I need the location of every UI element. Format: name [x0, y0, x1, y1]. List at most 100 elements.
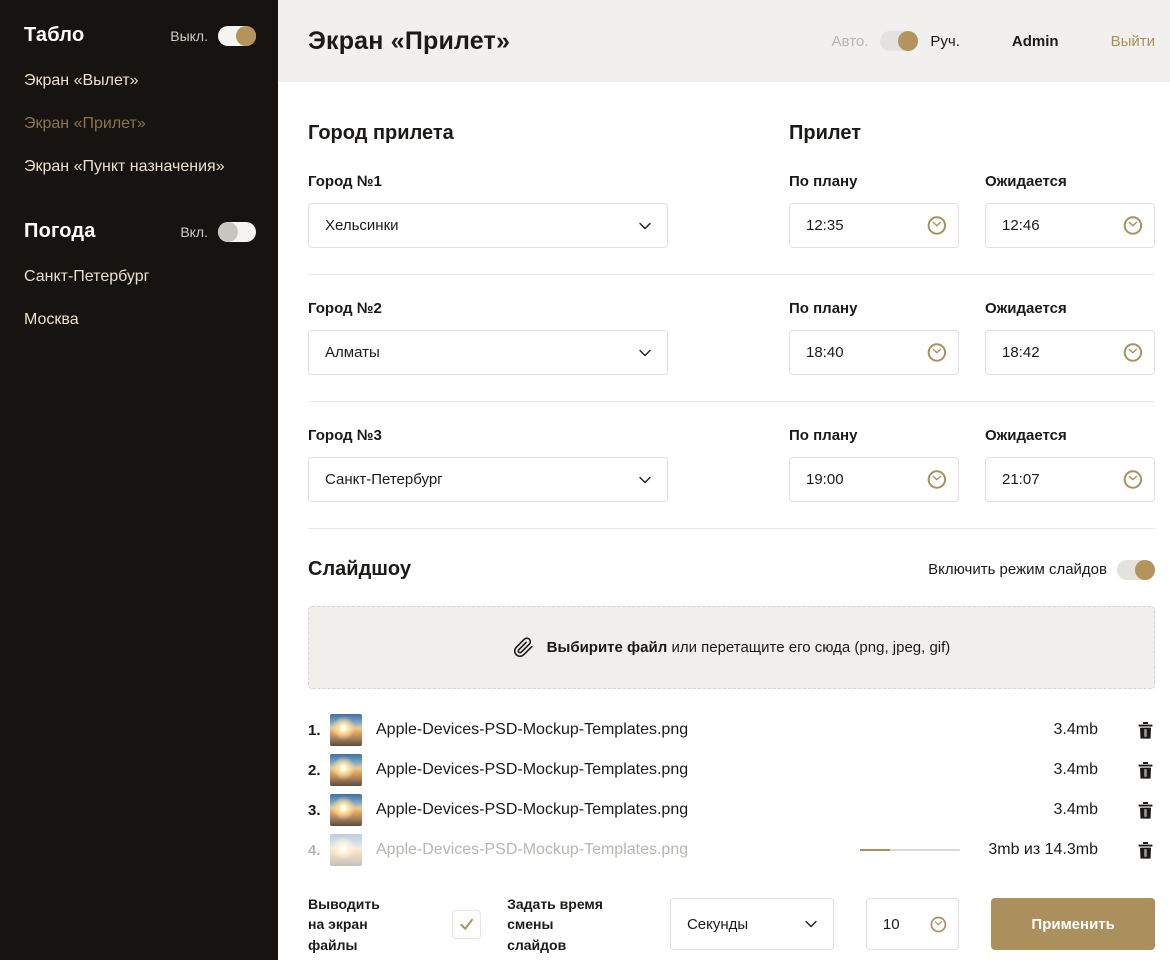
file-upload-status: 3mb из 14.3mb: [988, 841, 1098, 859]
plan-1-label: По плану: [789, 173, 959, 190]
trash-icon: [1138, 762, 1153, 779]
user-menu[interactable]: Admin: [1012, 33, 1059, 50]
city-3-value: Санкт-Петербург: [325, 471, 443, 488]
clock-icon: [1123, 468, 1143, 491]
file-row-2: 2. Apple-Devices-PSD-Mockup-Templates.pn…: [308, 754, 1155, 786]
arrival-city-heading: Город прилета: [308, 122, 454, 145]
weather-toggle[interactable]: [218, 222, 256, 242]
file-upload-dropzone[interactable]: Выбирите файл или перетащите его сюда (p…: [308, 606, 1155, 689]
display-files-label-line2: на экран файлы: [308, 916, 368, 952]
sidebar-title-tablo: Табло: [24, 24, 84, 47]
sidebar-section-tablo: Табло Выкл. Экран «Вылет» Экран «Прилет»…: [24, 24, 256, 176]
file-number: 4.: [308, 842, 330, 859]
upload-progress-fill: [860, 849, 890, 851]
checkmark-icon: [458, 916, 475, 933]
file-row-4-uploading: 4. Apple-Devices-PSD-Mockup-Templates.pn…: [308, 834, 1155, 866]
city-2-select[interactable]: Алматы: [308, 330, 668, 375]
expected-3-label: Ожидается: [985, 427, 1155, 444]
trash-icon: [1138, 842, 1153, 859]
plan-1-input[interactable]: [804, 216, 927, 235]
file-size: 3.4mb: [1054, 761, 1098, 779]
arrival-row-3: Город №3 Санкт-Петербург По плану Ожидае…: [308, 427, 1155, 529]
city-3-select[interactable]: Санкт-Петербург: [308, 457, 668, 502]
city-2-value: Алматы: [325, 344, 380, 361]
interval-unit-select[interactable]: Секунды: [670, 898, 834, 950]
delete-file-button[interactable]: [1138, 761, 1155, 779]
plan-2-label: По плану: [789, 300, 959, 317]
file-size: 3.4mb: [1054, 801, 1098, 819]
tablo-toggle[interactable]: [218, 26, 256, 46]
file-name: Apple-Devices-PSD-Mockup-Templates.png: [376, 721, 688, 739]
slideshow-toggle[interactable]: [1117, 560, 1155, 580]
upload-choose-file-label: Выбирите файл: [547, 639, 668, 656]
file-size: 3.4mb: [1054, 721, 1098, 739]
interval-value-input[interactable]: [881, 915, 931, 934]
expected-3-input[interactable]: [1000, 470, 1123, 489]
plan-2-input[interactable]: [804, 343, 927, 362]
clock-icon: [930, 913, 947, 936]
chevron-down-icon: [639, 476, 651, 484]
file-number: 1.: [308, 722, 330, 739]
arrival-row-1: Город №1 Хельсинки По плану Ожидается: [308, 173, 1155, 275]
main-area: Экран «Прилет» Авто. Руч. Admin Выйти Го…: [278, 0, 1170, 960]
slide-interval-label-line1: Задать время смены: [507, 896, 603, 932]
arrival-heading: Прилет: [789, 122, 1155, 145]
chevron-down-icon: [805, 920, 817, 928]
city-1-label: Город №1: [308, 173, 668, 190]
sidebar-item-saint-petersburg[interactable]: Санкт-Петербург: [24, 268, 256, 286]
expected-1-label: Ожидается: [985, 173, 1155, 190]
content: Город прилета Прилет Город №1 Хельсинки …: [278, 82, 1170, 955]
file-thumbnail: [330, 714, 362, 746]
paperclip-icon: [513, 637, 534, 658]
file-thumbnail: [330, 834, 362, 866]
trash-icon: [1138, 722, 1153, 739]
file-number: 3.: [308, 802, 330, 819]
mode-toggle-knob: [898, 31, 918, 51]
file-thumbnail: [330, 754, 362, 786]
file-name: Apple-Devices-PSD-Mockup-Templates.png: [376, 801, 688, 819]
page-header: Экран «Прилет» Авто. Руч. Admin Выйти: [278, 0, 1170, 82]
logout-link[interactable]: Выйти: [1111, 33, 1155, 50]
slideshow-toggle-knob: [1135, 560, 1155, 580]
slideshow-toggle-label: Включить режим слайдов: [928, 561, 1107, 578]
file-name: Apple-Devices-PSD-Mockup-Templates.png: [376, 761, 688, 779]
mode-manual-label: Руч.: [930, 33, 960, 50]
file-row-3: 3. Apple-Devices-PSD-Mockup-Templates.pn…: [308, 794, 1155, 826]
sidebar-item-moscow[interactable]: Москва: [24, 311, 256, 329]
expected-1-input[interactable]: [1000, 216, 1123, 235]
sidebar-item-departure-screen[interactable]: Экран «Вылет»: [24, 72, 256, 90]
slideshow-footer: Выводить на экран файлы Задать время сме…: [308, 894, 1155, 955]
expected-2-input[interactable]: [1000, 343, 1123, 362]
mode-toggle[interactable]: [880, 31, 918, 51]
clock-icon: [927, 341, 947, 364]
slide-interval-label-line2: слайдов: [507, 937, 566, 953]
upload-progress-bar: [860, 849, 960, 851]
sidebar-item-destination-screen[interactable]: Экран «Пункт назначения»: [24, 158, 256, 176]
file-row-1: 1. Apple-Devices-PSD-Mockup-Templates.pn…: [308, 714, 1155, 746]
weather-toggle-knob: [218, 222, 238, 242]
delete-file-button[interactable]: [1138, 721, 1155, 739]
chevron-down-icon: [639, 222, 651, 230]
sidebar-section-weather: Погода Вкл. Санкт-Петербург Москва: [24, 220, 256, 329]
slideshow-heading: Слайдшоу: [308, 558, 411, 581]
tablo-toggle-knob: [236, 26, 256, 46]
plan-3-input[interactable]: [804, 470, 927, 489]
page-title: Экран «Прилет»: [308, 27, 510, 56]
sidebar-item-arrival-screen[interactable]: Экран «Прилет»: [24, 115, 256, 133]
plan-3-label: По плану: [789, 427, 959, 444]
apply-button[interactable]: Применить: [991, 898, 1155, 950]
city-1-select[interactable]: Хельсинки: [308, 203, 668, 248]
file-thumbnail: [330, 794, 362, 826]
expected-2-label: Ожидается: [985, 300, 1155, 317]
city-1-value: Хельсинки: [325, 217, 399, 234]
city-2-label: Город №2: [308, 300, 668, 317]
sidebar-title-weather: Погода: [24, 220, 96, 243]
display-files-checkbox[interactable]: [452, 910, 481, 939]
clock-icon: [1123, 341, 1143, 364]
upload-hint-text: или перетащите его сюда (png, jpeg, gif): [671, 639, 950, 656]
cancel-upload-button[interactable]: [1138, 841, 1155, 859]
file-name: Apple-Devices-PSD-Mockup-Templates.png: [376, 841, 688, 859]
trash-icon: [1138, 802, 1153, 819]
slide-interval-label: Задать время смены слайдов: [507, 894, 652, 955]
delete-file-button[interactable]: [1138, 801, 1155, 819]
